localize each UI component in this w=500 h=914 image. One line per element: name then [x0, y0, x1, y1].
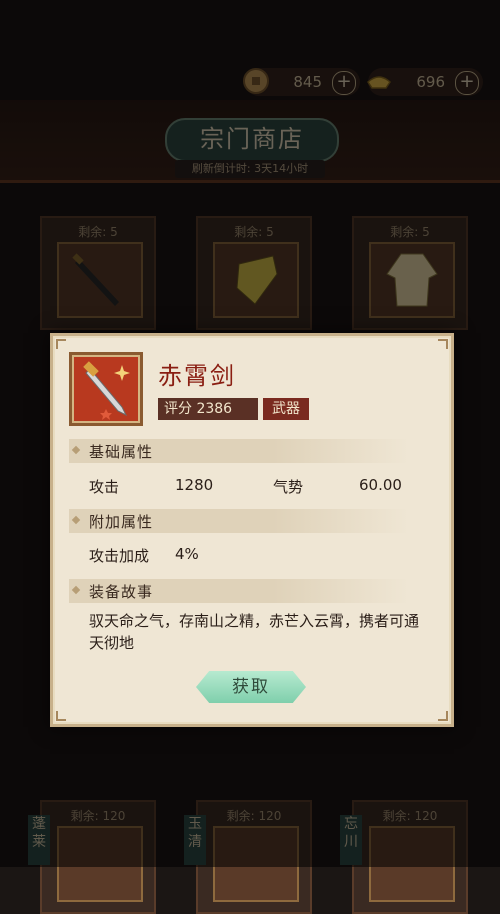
shop-title: 宗门商店	[165, 118, 339, 162]
copper-coin-icon	[243, 68, 269, 94]
attack-value: 1280	[175, 476, 214, 494]
gold-currency: 696 +	[367, 68, 483, 96]
section-title: 附加属性	[89, 513, 154, 531]
obtain-button-label: 获取	[232, 677, 270, 697]
slot-remaining: 剩余: 5	[390, 225, 430, 239]
sect-tag-wangchuan: 忘川	[340, 815, 362, 865]
gold-amount: 696	[416, 73, 445, 91]
slot-remaining: 剩余: 5	[234, 225, 274, 239]
shop-slot-yuqing[interactable]: 剩余: 120	[196, 800, 312, 914]
sect-tag-yuqing: 玉清	[184, 815, 206, 865]
robe-icon	[386, 253, 438, 307]
slot-frame	[213, 826, 299, 902]
attack-bonus-label: 攻击加成	[89, 547, 150, 565]
section-title: 基础属性	[89, 443, 154, 461]
momentum-label: 气势	[273, 478, 304, 496]
refresh-countdown: 刷新倒计时: 3天14小时	[175, 160, 325, 178]
add-gold-button[interactable]: +	[455, 71, 479, 95]
armor-icon	[236, 255, 278, 305]
item-category: 武器	[263, 398, 309, 420]
item-detail-modal: 赤霄剑 评分 2386 武器 基础属性 攻击 1280 气势 60.00 附加属…	[50, 333, 454, 727]
slot-frame	[57, 826, 143, 902]
section-bullet-icon	[71, 445, 81, 455]
slot-remaining: 剩余: 120	[226, 809, 282, 823]
section-bullet-icon	[71, 515, 81, 525]
slot-frame	[213, 242, 299, 318]
shop-slot-armor[interactable]: 剩余: 5	[196, 216, 312, 330]
section-extra-attributes: 附加属性	[69, 509, 409, 533]
corner-ornament	[56, 711, 66, 721]
slot-frame	[369, 242, 455, 318]
section-bullet-icon	[71, 585, 81, 595]
dagger-icon	[72, 253, 119, 306]
shop-slot-robe[interactable]: 剩余: 5	[352, 216, 468, 330]
sect-tag-penglai: 蓬莱	[28, 815, 50, 865]
equipment-story-text: 驭天命之气，存南山之精，赤芒入云霄，携者可通天彻地	[89, 612, 420, 652]
item-name: 赤霄剑	[158, 362, 236, 390]
section-title: 装备故事	[89, 583, 154, 601]
corner-ornament	[438, 711, 448, 721]
attack-label: 攻击	[89, 478, 120, 496]
corner-ornament	[438, 339, 448, 349]
momentum-value: 60.00	[359, 476, 402, 494]
slot-remaining: 剩余: 5	[78, 225, 118, 239]
item-icon-frame	[69, 352, 143, 426]
shop-slot-wangchuan[interactable]: 剩余: 120	[352, 800, 468, 914]
slot-remaining: 剩余: 120	[382, 809, 438, 823]
shop-slot-penglai[interactable]: 剩余: 120	[40, 800, 156, 914]
item-score: 评分 2386	[158, 398, 258, 420]
section-base-attributes: 基础属性	[69, 439, 409, 463]
add-copper-button[interactable]: +	[332, 71, 356, 95]
slot-frame	[57, 242, 143, 318]
slot-frame	[369, 826, 455, 902]
copper-currency: 845 +	[243, 68, 360, 96]
corner-ornament	[56, 339, 66, 349]
shop-slot-dagger[interactable]: 剩余: 5	[40, 216, 156, 330]
section-equipment-story: 装备故事	[69, 579, 409, 603]
copper-amount: 845	[293, 73, 322, 91]
obtain-button[interactable]: 获取	[196, 671, 306, 703]
attack-bonus-value: 4%	[175, 545, 199, 563]
slot-remaining: 剩余: 120	[70, 809, 126, 823]
sword-icon	[83, 361, 130, 420]
gold-ingot-icon	[367, 76, 391, 89]
